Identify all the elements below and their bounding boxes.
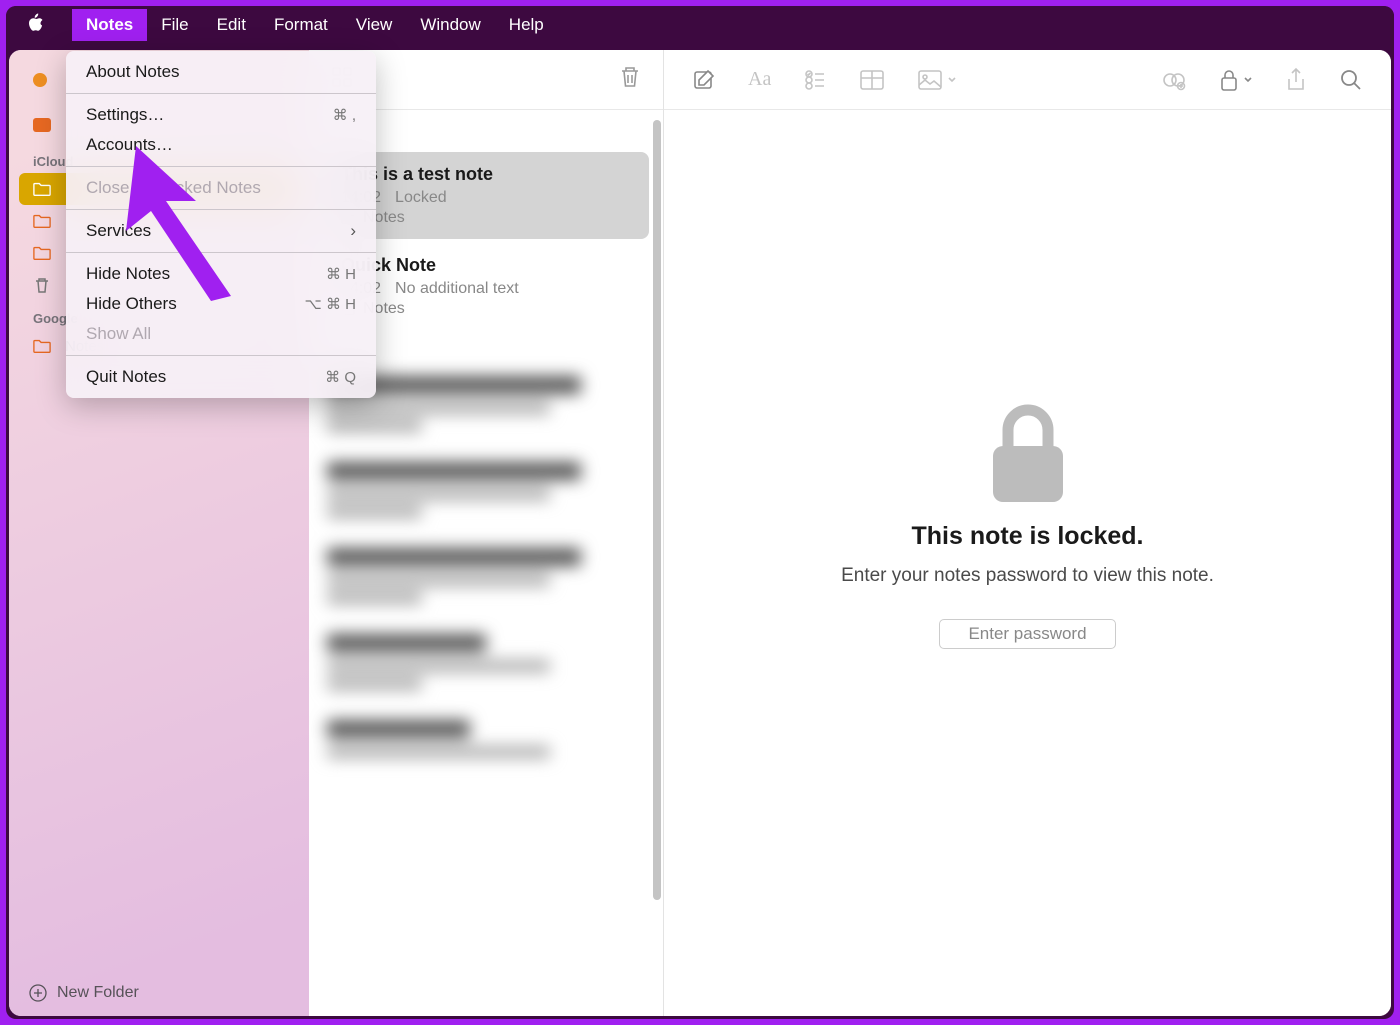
menu-help[interactable]: Help xyxy=(495,9,558,41)
folder-icon xyxy=(33,212,51,230)
tag-icon xyxy=(33,116,51,134)
traffic-close-icon[interactable] xyxy=(33,73,47,87)
menu-format[interactable]: Format xyxy=(260,9,342,41)
folder-icon xyxy=(33,337,51,355)
blurred-notes xyxy=(309,376,663,758)
new-folder-label: New Folder xyxy=(57,984,139,1002)
note-title: This is a test note xyxy=(341,164,631,185)
new-folder-button[interactable]: New Folder xyxy=(9,970,309,1016)
plus-circle-icon xyxy=(29,984,47,1002)
locked-title: This note is locked. xyxy=(912,522,1144,551)
apple-logo-icon[interactable] xyxy=(26,13,44,38)
annotation-arrow-icon xyxy=(126,146,256,306)
menu-about-notes[interactable]: About Notes xyxy=(66,57,376,87)
menu-notes[interactable]: Notes xyxy=(72,9,147,41)
menu-window[interactable]: Window xyxy=(406,9,494,41)
lock-large-icon xyxy=(983,398,1073,508)
delete-icon[interactable] xyxy=(619,65,641,94)
menu-settings[interactable]: Settings…⌘ , xyxy=(66,100,376,130)
folder-icon xyxy=(33,244,51,262)
note-subtitle: No additional text xyxy=(395,280,519,298)
note-title: Quick Note xyxy=(341,255,631,276)
enter-password-button[interactable]: Enter password xyxy=(939,619,1115,649)
menubar: Notes File Edit Format View Window Help xyxy=(6,6,1394,44)
menu-file[interactable]: File xyxy=(147,9,202,41)
locked-note-view: This note is locked. Enter your notes pa… xyxy=(664,70,1391,976)
menu-edit[interactable]: Edit xyxy=(203,9,260,41)
folder-icon xyxy=(33,180,51,198)
locked-subtitle: Enter your notes password to view this n… xyxy=(841,565,1214,587)
trash-icon xyxy=(33,276,51,294)
scrollbar[interactable] xyxy=(653,120,661,900)
menu-show-all: Show All xyxy=(66,319,376,349)
note-content-pane: Aa xyxy=(664,50,1391,1016)
note-status: Locked xyxy=(395,189,447,207)
chevron-right-icon: › xyxy=(350,221,356,241)
menu-view[interactable]: View xyxy=(342,9,407,41)
menu-quit-notes[interactable]: Quit Notes⌘ Q xyxy=(66,362,376,392)
